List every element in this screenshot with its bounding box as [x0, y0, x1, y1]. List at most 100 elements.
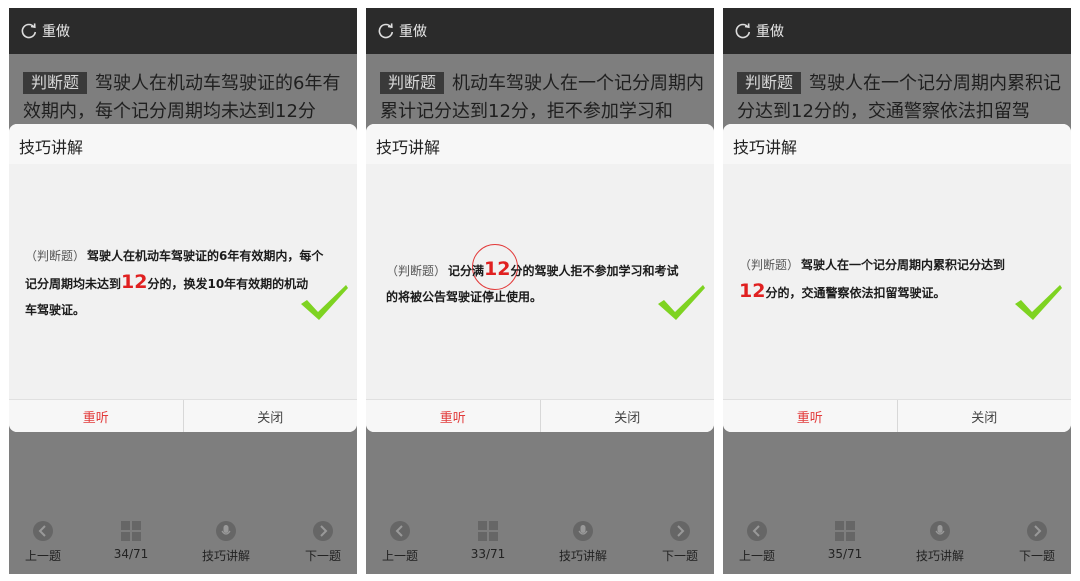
close-button[interactable]: 关闭: [541, 400, 715, 432]
explanation-line: 分的，交通警察依法扣留驾驶证。: [765, 286, 946, 300]
question-text-block: 判断题 机动车驾驶人在一个记分周期内累计记分达到12分，拒不参加学习和: [380, 70, 705, 126]
explanation-line: 的将被公告驾驶证停止使用。: [386, 290, 543, 304]
grid-icon: [478, 521, 498, 541]
microphone-icon: [216, 521, 236, 541]
prev-question-button[interactable]: 上一题: [368, 516, 432, 564]
highlight-number: 12: [121, 271, 148, 293]
chevron-left-circle-icon: [747, 521, 767, 541]
explanation-line: 记分周期均未达到: [25, 277, 122, 291]
checkmark-icon: [301, 285, 348, 320]
highlight-number: 12: [739, 280, 766, 302]
chevron-right-circle-icon: [1027, 521, 1047, 541]
refresh-icon: [378, 23, 394, 39]
phone-screen-3: 重做 判断题 驾驶人在一个记分周期内累积记分达到12分的，交通警察依法扣留驾 技巧…: [723, 8, 1071, 574]
dialog-buttons: 重听 关闭: [9, 399, 357, 432]
next-label: 下一题: [304, 549, 341, 563]
tips-button[interactable]: 技巧讲解: [194, 516, 258, 564]
explanation-prefix: （判断题）: [386, 264, 447, 278]
progress-button[interactable]: 34/71: [99, 516, 163, 561]
microphone-icon: [930, 521, 950, 541]
redo-button[interactable]: 重做: [376, 20, 427, 42]
replay-button[interactable]: 重听: [366, 400, 541, 432]
dialog-buttons: 重听 关闭: [366, 399, 714, 432]
explanation-line: 驾驶人在一个记分周期内累积记分达到: [801, 258, 1006, 272]
dialog-buttons: 重听 关闭: [723, 399, 1071, 432]
chevron-left-circle-icon: [33, 521, 53, 541]
redo-button[interactable]: 重做: [733, 20, 784, 42]
dialog-title: 技巧讲解: [19, 138, 84, 157]
prev-question-button[interactable]: 上一题: [11, 516, 75, 564]
question-text-block: 判断题 驾驶人在一个记分周期内累积记分达到12分的，交通警察依法扣留驾: [737, 70, 1062, 126]
prev-label: 上一题: [24, 549, 61, 563]
grid-icon: [835, 521, 855, 541]
close-button[interactable]: 关闭: [184, 400, 358, 432]
replay-button[interactable]: 重听: [723, 400, 898, 432]
highlight-number: 12: [484, 258, 511, 280]
top-bar: 重做: [723, 8, 1071, 54]
tips-button[interactable]: 技巧讲解: [908, 516, 972, 564]
explanation-text: （判断题） 驾驶人在一个记分周期内累积记分达到 12分的，交通警察依法扣留驾驶证。: [739, 252, 1057, 306]
tips-button[interactable]: 技巧讲解: [551, 516, 615, 564]
dialog-header: 技巧讲解: [366, 124, 714, 164]
dialog-body: （判断题） 驾驶人在机动车驾驶证的6年有效期内，每个 记分周期均未达到12分的，换…: [9, 164, 357, 400]
question-type-tag: 判断题: [380, 72, 445, 94]
chevron-left-circle-icon: [390, 521, 410, 541]
explanation-line: 分的，换发10年有效期的机动: [147, 277, 309, 291]
tips-dialog: 技巧讲解 （判断题） 记分满12分的驾驶人拒不参加学习和考试 的将被公告驾驶证停止…: [366, 124, 714, 432]
progress-button[interactable]: 33/71: [456, 516, 520, 561]
next-question-button[interactable]: 下一题: [291, 516, 355, 564]
phone-screen-1: 重做 判断题 驾驶人在机动车驾驶证的6年有效期内，每个记分周期均未达到12分 技巧…: [9, 8, 357, 574]
progress-label: 34/71: [113, 547, 149, 561]
tips-dialog: 技巧讲解 （判断题） 驾驶人在一个记分周期内累积记分达到 12分的，交通警察依法扣…: [723, 124, 1071, 432]
tips-dialog: 技巧讲解 （判断题） 驾驶人在机动车驾驶证的6年有效期内，每个 记分周期均未达到1…: [9, 124, 357, 432]
tips-label: 技巧讲解: [558, 549, 607, 563]
checkmark-icon: [1015, 285, 1062, 320]
dialog-body: （判断题） 驾驶人在一个记分周期内累积记分达到 12分的，交通警察依法扣留驾驶证。: [723, 164, 1071, 400]
question-text-block: 判断题 驾驶人在机动车驾驶证的6年有效期内，每个记分周期均未达到12分: [23, 70, 348, 126]
bottom-nav: 上一题 33/71 技巧讲解 下一题: [366, 516, 714, 574]
chevron-right-circle-icon: [670, 521, 690, 541]
explanation-line: 车驾驶证。: [25, 303, 86, 317]
top-bar: 重做: [9, 8, 357, 54]
bottom-nav: 上一题 34/71 技巧讲解 下一题: [9, 516, 357, 574]
bottom-nav: 上一题 35/71 技巧讲解 下一题: [723, 516, 1071, 574]
next-question-button[interactable]: 下一题: [1005, 516, 1069, 564]
replay-button[interactable]: 重听: [9, 400, 184, 432]
close-button[interactable]: 关闭: [898, 400, 1072, 432]
phone-screen-2: 重做 判断题 机动车驾驶人在一个记分周期内累计记分达到12分，拒不参加学习和 技巧…: [366, 8, 714, 574]
next-label: 下一题: [661, 549, 698, 563]
redo-label: 重做: [756, 24, 784, 40]
dialog-title: 技巧讲解: [376, 138, 441, 157]
refresh-icon: [21, 23, 37, 39]
explanation-text: （判断题） 驾驶人在机动车驾驶证的6年有效期内，每个 记分周期均未达到12分的，换…: [25, 243, 343, 323]
prev-label: 上一题: [381, 549, 418, 563]
progress-button[interactable]: 35/71: [813, 516, 877, 561]
prev-label: 上一题: [738, 549, 775, 563]
dialog-title: 技巧讲解: [733, 138, 798, 157]
checkmark-icon: [658, 285, 705, 320]
chevron-right-circle-icon: [313, 521, 333, 541]
question-type-tag: 判断题: [737, 72, 802, 94]
explanation-line: 驾驶人在机动车驾驶证的6年有效期内，每个: [87, 249, 324, 263]
redo-label: 重做: [399, 24, 427, 40]
progress-label: 35/71: [827, 547, 863, 561]
next-question-button[interactable]: 下一题: [648, 516, 712, 564]
dialog-header: 技巧讲解: [9, 124, 357, 164]
grid-icon: [121, 521, 141, 541]
redo-label: 重做: [42, 24, 70, 40]
tips-label: 技巧讲解: [915, 549, 964, 563]
microphone-icon: [573, 521, 593, 541]
top-bar: 重做: [366, 8, 714, 54]
explanation-line: 记分满: [448, 264, 485, 278]
question-type-tag: 判断题: [23, 72, 88, 94]
refresh-icon: [735, 23, 751, 39]
explanation-prefix: （判断题）: [25, 249, 86, 263]
explanation-line: 分的驾驶人拒不参加学习和考试: [510, 264, 679, 278]
dialog-header: 技巧讲解: [723, 124, 1071, 164]
dialog-body: （判断题） 记分满12分的驾驶人拒不参加学习和考试 的将被公告驾驶证停止使用。: [366, 164, 714, 400]
progress-label: 33/71: [470, 547, 506, 561]
prev-question-button[interactable]: 上一题: [725, 516, 789, 564]
redo-button[interactable]: 重做: [19, 20, 70, 42]
tips-label: 技巧讲解: [201, 549, 250, 563]
next-label: 下一题: [1018, 549, 1055, 563]
